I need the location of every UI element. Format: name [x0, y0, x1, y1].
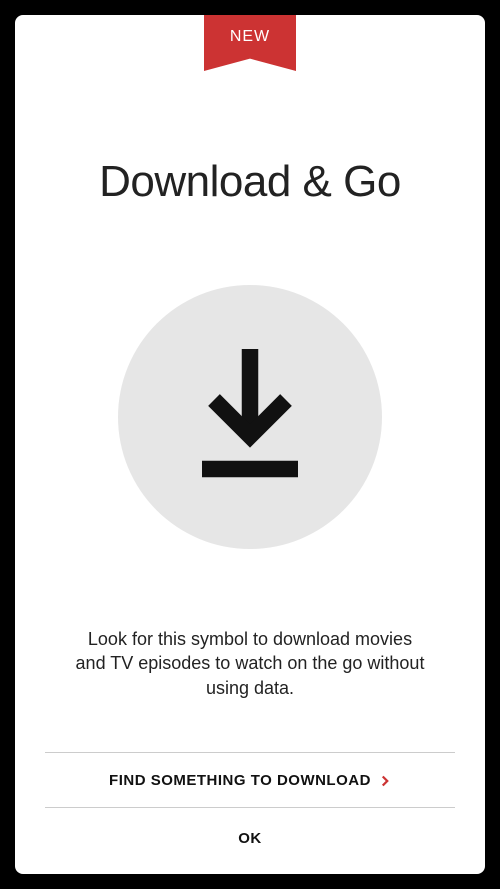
find-download-label: FIND SOMETHING TO DOWNLOAD [109, 772, 371, 789]
ok-button[interactable]: OK [15, 808, 485, 868]
find-download-button[interactable]: FIND SOMETHING TO DOWNLOAD [45, 752, 455, 808]
description-text: Look for this symbol to download movies … [75, 627, 425, 700]
page-title: Download & Go [99, 157, 401, 207]
ribbon-label: NEW [230, 28, 270, 46]
download-go-modal: NEW Download & Go Look for this symbol t… [15, 15, 485, 874]
new-ribbon: NEW [204, 15, 296, 71]
ok-label: OK [238, 830, 262, 847]
download-icon [175, 340, 325, 495]
chevron-right-icon [379, 774, 391, 786]
download-icon-circle [118, 285, 382, 549]
